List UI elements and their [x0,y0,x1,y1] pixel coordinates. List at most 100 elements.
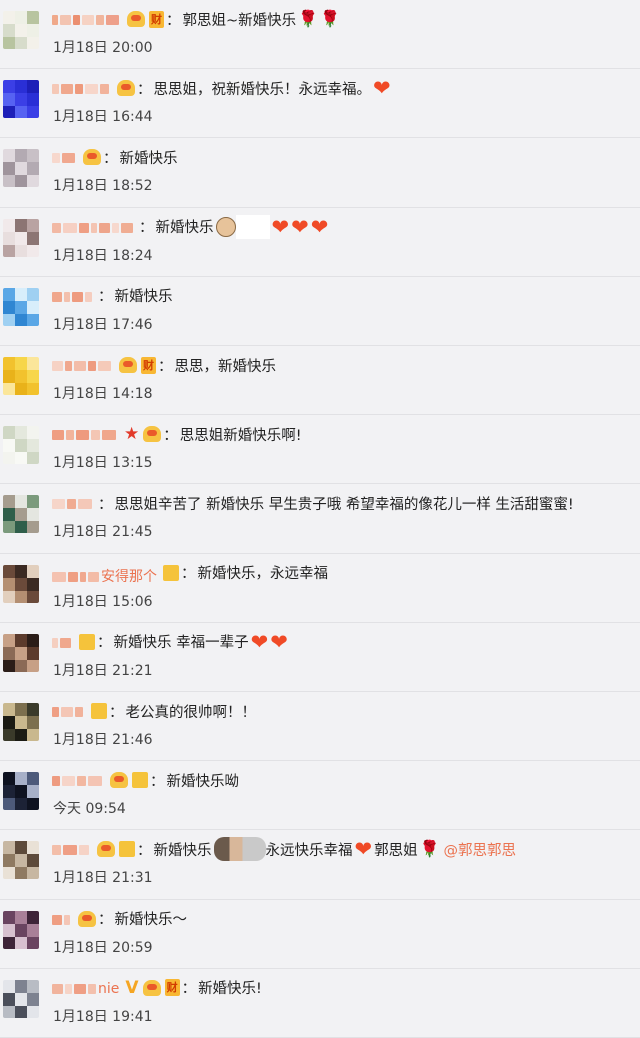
member-badge-icon[interactable] [91,703,107,719]
member-badge-icon[interactable] [132,772,148,789]
member-badge-icon[interactable] [163,564,179,581]
username-link[interactable]: nie [52,981,119,997]
username-mosaic [52,430,64,441]
avatar[interactable] [3,772,39,811]
avatar[interactable] [3,357,39,395]
wealth-badge-icon[interactable]: 财 [149,10,164,28]
username-link[interactable] [52,496,94,510]
avatar[interactable] [3,979,39,1018]
username-mosaic [64,914,70,925]
avatar-pixel [3,24,15,37]
avatar-pixel [27,854,39,868]
avatar-pixel [15,495,27,509]
avatar-pixel [15,703,27,716]
username-mosaic [52,222,61,233]
vip-crown-icon[interactable] [142,979,161,996]
username-link[interactable] [52,12,121,26]
username-mosaic [91,430,100,441]
avatar-pixel [15,106,27,119]
avatar-pixel [15,162,27,176]
username-link[interactable] [52,150,77,164]
comment-content: nie V 财：新婚快乐! [52,976,640,1000]
avatar[interactable] [3,11,39,49]
vip-crown-icon[interactable] [78,910,96,927]
avatar-pixel [27,703,39,716]
avatar[interactable] [3,426,39,465]
avatar-pixel [15,659,27,672]
username-link[interactable] [52,358,113,372]
mention-link[interactable]: @郭思郭思 [444,839,517,860]
vip-crown-icon[interactable] [110,772,128,789]
avatar[interactable] [3,149,39,188]
avatar-pixel [27,244,39,257]
rose-emoji-icon: 🌹 [320,9,340,28]
avatar-pixel [3,910,15,924]
avatar-pixel [15,452,27,465]
comment-text: 新婚快乐! [198,981,262,998]
username-link[interactable] [52,635,73,649]
vip-crown-icon[interactable] [117,80,135,97]
username-link[interactable] [52,427,118,441]
username-link[interactable] [52,81,111,95]
username-mosaic [74,983,86,994]
comment-list: 财：郭思姐~新婚快乐 🌹 🌹 1月18日 20:00：思思姐，祝新婚快乐！永远幸福。 ❤… [0,0,640,1038]
avatar[interactable] [3,633,39,672]
avatar-pixel [27,772,39,786]
avatar-pixel [27,383,39,395]
timestamp: 1月18日 18:24 [53,247,153,264]
avatar-pixel [3,357,15,370]
comment-content: ：新婚快乐呦 [52,768,640,792]
comment-row: 财：思思，新婚快乐 1月18日 14:18 [0,346,640,416]
avatar-pixel [27,577,39,591]
avatar[interactable] [3,564,39,603]
avatar-pixel [3,521,15,534]
comment-row: nie V 财：新婚快乐! 1月18日 19:41 [0,969,640,1038]
username-link[interactable] [52,220,135,234]
avatar[interactable] [3,841,39,880]
comment-row: ：新婚快乐 ❤ ❤ ❤ 1月18日 18:24 [0,208,640,277]
comment-row: ：新婚快乐 1月18日 18:52 [0,138,640,208]
avatar-pixel [27,508,39,522]
avatar-pixel [27,106,39,119]
avatar-pixel [15,1005,27,1018]
verified-v-icon[interactable]: V [125,978,138,998]
comment-text: 新婚快乐 [114,289,173,306]
wealth-badge-icon[interactable]: 财 [141,356,156,374]
avatar[interactable] [3,218,39,257]
avatar[interactable] [3,80,39,119]
avatar-pixel [15,426,27,440]
avatar-pixel [27,24,39,37]
avatar[interactable] [3,910,39,949]
username-link[interactable] [52,289,94,303]
wealth-badge-icon[interactable]: 财 [164,979,180,997]
vip-crown-icon[interactable] [83,149,101,166]
username-link[interactable]: 安得那个 [52,566,157,585]
avatar-pixel [3,659,15,672]
avatar-pixel [27,162,39,176]
username-link[interactable] [52,704,85,718]
member-badge-icon[interactable] [119,841,135,858]
vip-crown-icon[interactable] [127,11,145,27]
avatar[interactable] [3,703,39,741]
comment-text: 新婚快乐 幸福一辈子 [113,635,249,652]
comment-content: ：新婚快乐 [52,145,640,169]
vip-crown-icon[interactable] [143,426,162,443]
comment-row: ：思思姐辛苦了 新婚快乐 早生贵子哦 希望幸福的像花儿一样 生活甜蜜蜜! 1月18… [0,484,640,554]
avatar-pixel [15,175,27,188]
comment-text: 老公真的很帅啊！！ [125,704,257,721]
username-link[interactable] [52,842,91,856]
username-mosaic [63,845,77,856]
username-link[interactable] [52,773,104,787]
avatar[interactable] [3,287,39,326]
username-mosaic [52,571,66,582]
username-mosaic [72,291,83,302]
comment-row: 安得那个 ：新婚快乐，永远幸福 1月18日 15:06 [0,554,640,623]
timestamp: 1月18日 16:44 [53,109,153,126]
username-link[interactable] [52,912,72,926]
avatar-pixel [27,979,39,993]
vip-crown-icon[interactable] [97,841,115,858]
vip-crown-icon[interactable] [119,357,137,373]
member-badge-icon[interactable] [79,633,95,650]
avatar[interactable] [3,495,39,534]
avatar-pixel [3,716,15,729]
